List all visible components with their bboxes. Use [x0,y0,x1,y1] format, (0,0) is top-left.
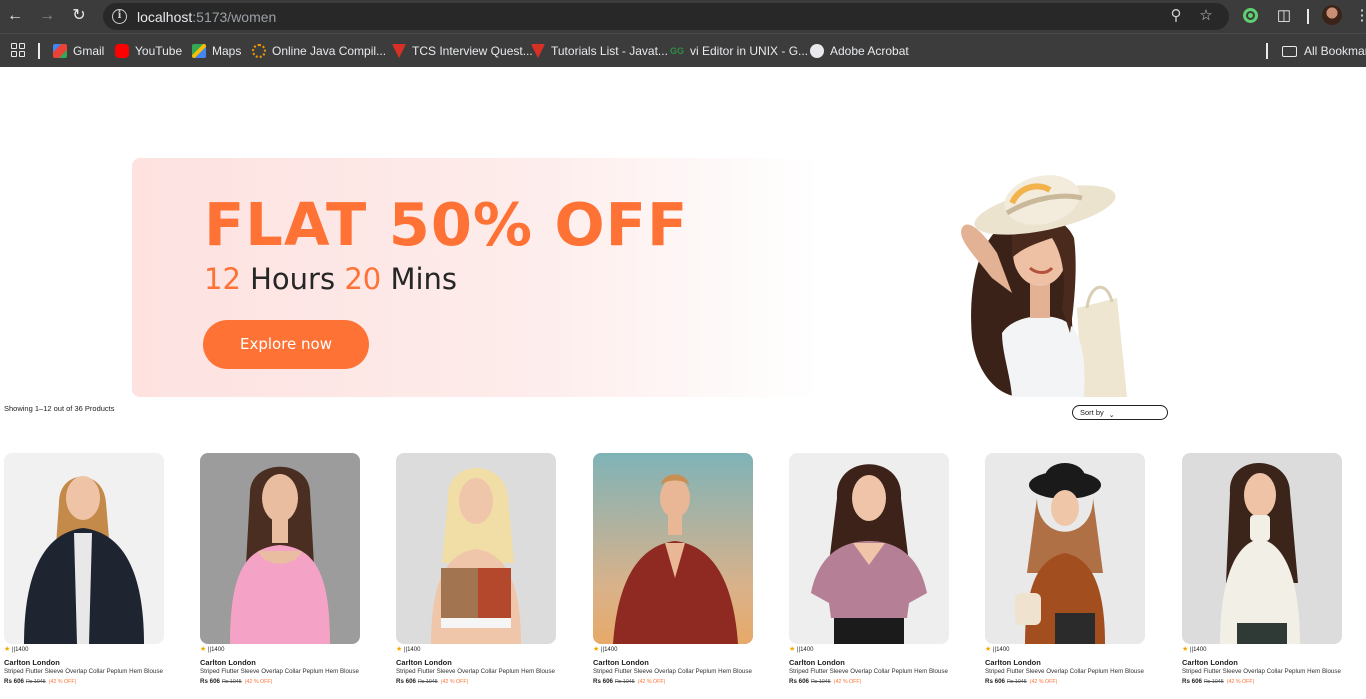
countdown-hours: 12 [204,262,241,296]
menu-kebab-icon[interactable]: ⋮ [1352,6,1366,26]
bookmark-youtube[interactable]: YouTube [115,42,182,60]
bookmarks-divider-right [1266,43,1268,59]
product-price-row: Rs 606 Rs 1045 (42 % OFF) [396,678,469,685]
product-image[interactable] [4,453,164,644]
product-price-row: Rs 606 Rs 1045 (42 % OFF) [985,678,1058,685]
product-rating: ★ ||1400 [593,646,618,653]
product-rating: ★ ||1400 [4,646,29,653]
product-title[interactable]: Striped Flutter Sleeve Overlap Collar Pe… [396,668,555,675]
bookmarks-divider [38,43,40,59]
product-brand: Carlton London [1182,658,1238,667]
globe-icon [810,44,824,58]
maps-icon [192,44,206,58]
product-brand: Carlton London [985,658,1041,667]
star-icon: ★ [396,646,403,653]
sort-dropdown[interactable]: Sort by ⌄ [1072,405,1168,420]
product-card[interactable]: ★ ||1400 Carlton London Striped Flutter … [789,453,979,699]
extensions-puzzle-icon[interactable]: ◫ [1274,6,1294,26]
star-icon: ★ [789,646,796,653]
toolbar-divider [1307,9,1309,24]
address-url[interactable]: localhost:5173/women [137,9,276,25]
product-brand: Carlton London [396,658,452,667]
shield-icon [531,44,545,58]
star-icon: ★ [593,646,600,653]
product-card[interactable]: ★ ||1400 Carlton London Striped Flutter … [200,453,390,699]
gfg-icon: GG [670,46,685,56]
product-image[interactable] [1182,453,1342,644]
product-brand: Carlton London [200,658,256,667]
bookmark-tcs-interview[interactable]: TCS Interview Quest... [392,42,533,60]
apps-grid-icon[interactable] [11,43,25,57]
product-card[interactable]: ★ ||1400 Carlton London Striped Flutter … [1182,453,1366,699]
bookmark-gmail[interactable]: Gmail [53,42,104,60]
extension-record-icon[interactable] [1243,8,1258,23]
back-arrow-icon[interactable]: ← [4,5,26,27]
product-title[interactable]: Striped Flutter Sleeve Overlap Collar Pe… [593,668,752,675]
product-brand: Carlton London [789,658,845,667]
product-grid: ★ ||1400 Carlton London Striped Flutter … [4,453,1366,699]
countdown-minutes: 20 [344,262,382,296]
reload-icon[interactable]: ↻ [68,5,90,27]
product-title[interactable]: Striped Flutter Sleeve Overlap Collar Pe… [985,668,1144,675]
promo-banner: FLAT 50% OFF 12 Hours 20 Mins Explore no… [132,158,1240,397]
product-brand: Carlton London [4,658,60,667]
product-title[interactable]: Striped Flutter Sleeve Overlap Collar Pe… [1182,668,1341,675]
bookmark-vi-editor[interactable]: GG vi Editor in UNIX - G... [670,42,808,60]
bookmark-maps[interactable]: Maps [192,42,241,60]
gmail-icon [53,44,67,58]
browser-toolbar: ← → ↻ i localhost:5173/women ⚲ ☆ ◫ ⋮ [0,0,1366,33]
bookmark-java-compiler[interactable]: Online Java Compil... [252,42,386,60]
explore-now-button[interactable]: Explore now [203,320,369,369]
product-title[interactable]: Striped Flutter Sleeve Overlap Collar Pe… [4,668,163,675]
bookmark-adobe-acrobat[interactable]: Adobe Acrobat [810,42,909,60]
promo-title: FLAT 50% OFF [204,190,689,259]
product-title[interactable]: Striped Flutter Sleeve Overlap Collar Pe… [789,668,948,675]
compiler-icon [252,44,266,58]
product-card[interactable]: ★ ||1400 Carlton London Striped Flutter … [593,453,783,699]
product-rating: ★ ||1400 [985,646,1010,653]
product-count-text: Showing 1–12 out of 36 Products [4,404,115,413]
all-bookmarks-button[interactable]: All Bookmarks [1282,42,1366,60]
forward-arrow-icon[interactable]: → [36,5,58,27]
product-image[interactable] [396,453,556,644]
product-price-row: Rs 606 Rs 1045 (42 % OFF) [4,678,77,685]
promo-countdown: 12 Hours 20 Mins [204,262,458,296]
product-rating: ★ ||1400 [789,646,814,653]
shield-icon [392,44,406,58]
product-image[interactable] [200,453,360,644]
product-title[interactable]: Striped Flutter Sleeve Overlap Collar Pe… [200,668,359,675]
profile-avatar[interactable] [1322,5,1342,25]
star-icon: ★ [200,646,207,653]
product-rating: ★ ||1400 [1182,646,1207,653]
youtube-icon [115,44,129,58]
product-price-row: Rs 606 Rs 1045 (42 % OFF) [1182,678,1255,685]
zoom-icon[interactable]: ⚲ [1167,7,1185,25]
folder-icon [1282,45,1297,57]
product-image[interactable] [789,453,949,644]
bookmarks-bar: Gmail YouTube Maps Online Java Compil...… [0,33,1366,67]
star-icon: ★ [4,646,11,653]
product-image[interactable] [985,453,1145,644]
product-rating: ★ ||1400 [200,646,225,653]
product-price-row: Rs 606 Rs 1045 (42 % OFF) [789,678,862,685]
star-icon: ★ [985,646,992,653]
product-card[interactable]: ★ ||1400 Carlton London Striped Flutter … [4,453,194,699]
chevron-down-icon: ⌄ [1108,412,1115,419]
product-rating: ★ ||1400 [396,646,421,653]
star-icon: ★ [1182,646,1189,653]
product-price-row: Rs 606 Rs 1045 (42 % OFF) [200,678,273,685]
product-card[interactable]: ★ ||1400 Carlton London Striped Flutter … [396,453,586,699]
bookmark-star-icon[interactable]: ☆ [1197,7,1215,25]
hero-model-photo [961,175,1127,397]
product-image[interactable] [593,453,753,644]
product-brand: Carlton London [593,658,649,667]
product-price-row: Rs 606 Rs 1045 (42 % OFF) [593,678,666,685]
address-bar[interactable]: i localhost:5173/women ⚲ ☆ [103,3,1229,30]
bookmark-javatpoint[interactable]: Tutorials List - Javat... [531,42,668,60]
site-info-icon[interactable]: i [112,9,127,24]
product-card[interactable]: ★ ||1400 Carlton London Striped Flutter … [985,453,1175,699]
